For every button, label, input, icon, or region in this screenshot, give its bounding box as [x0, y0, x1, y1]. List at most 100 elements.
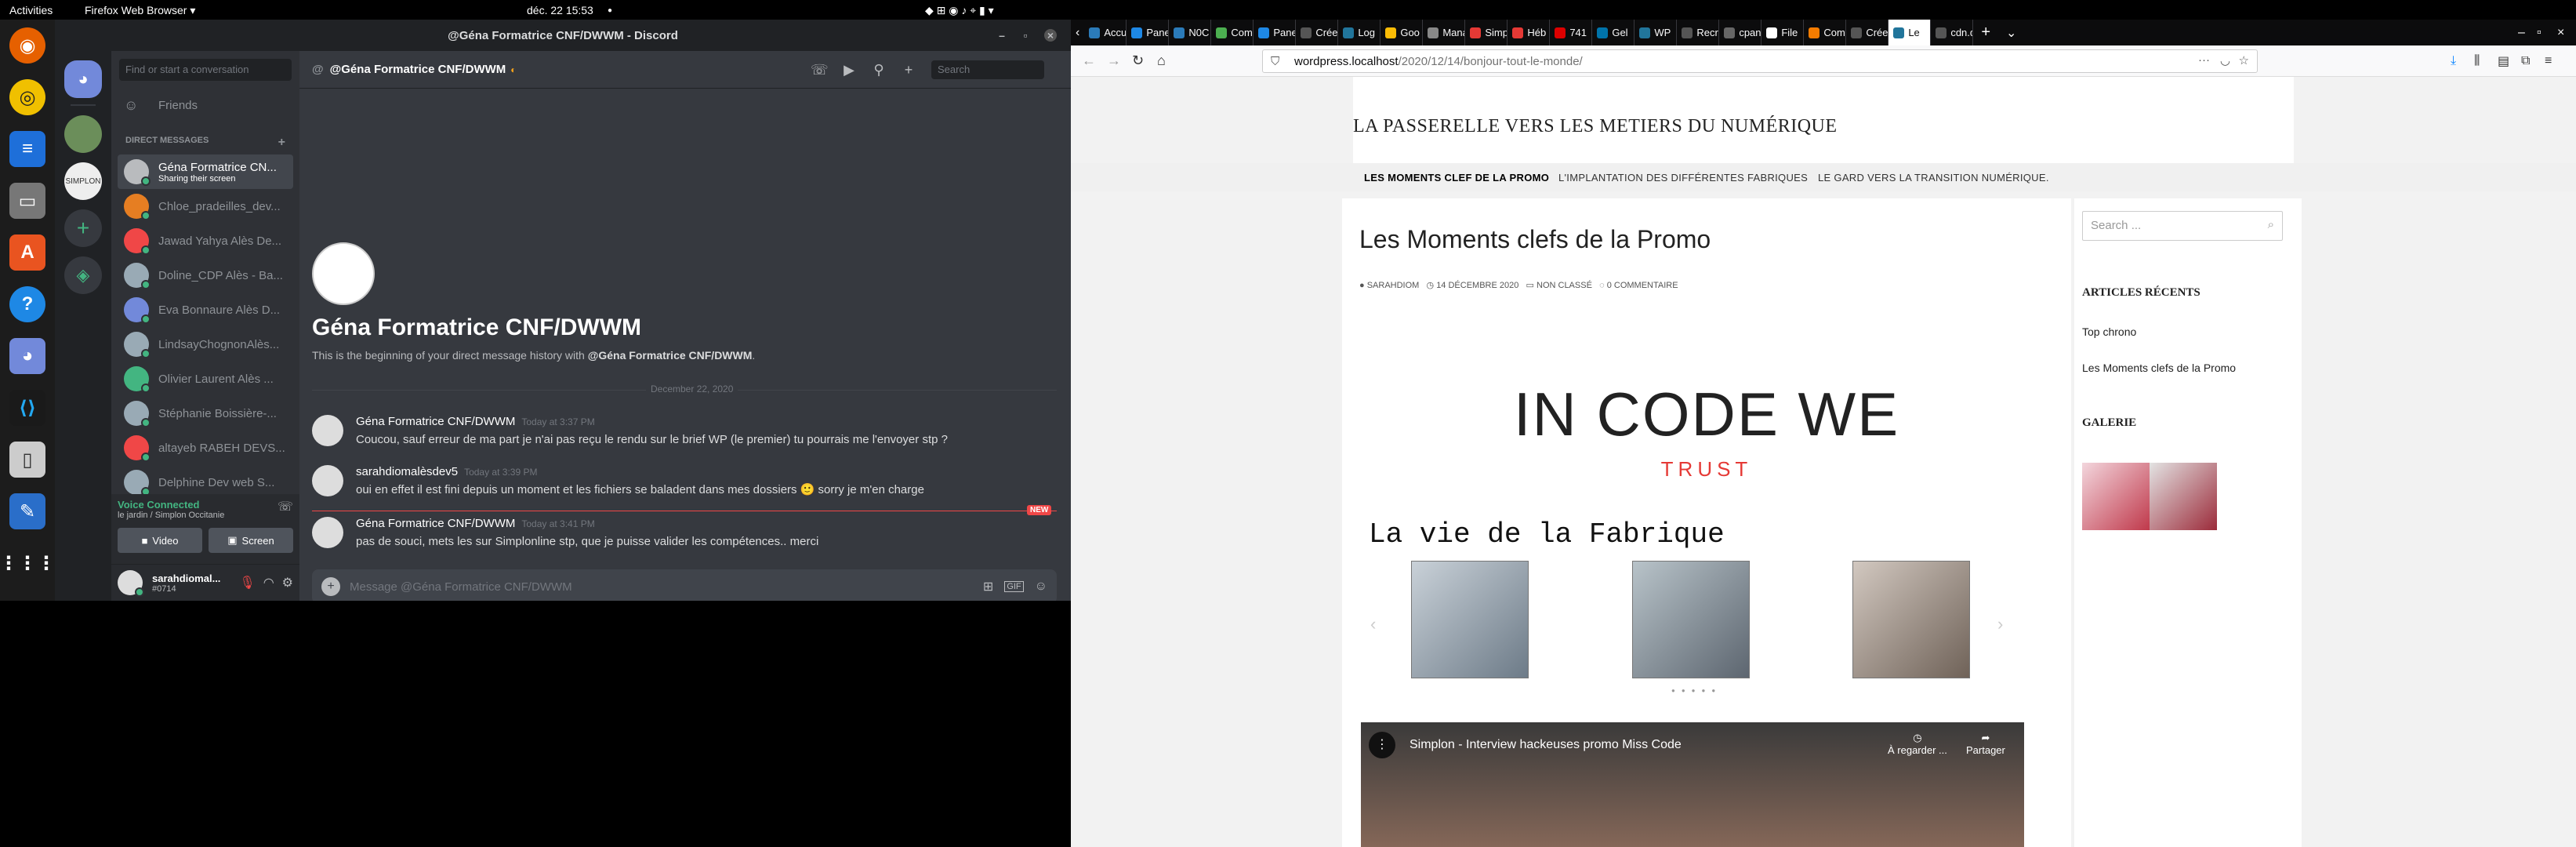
carousel-image[interactable]	[1852, 561, 1970, 678]
gallery-image[interactable]	[2150, 463, 2217, 530]
library-icon[interactable]: ⫼	[2474, 54, 2480, 68]
add-friend-icon[interactable]: +	[900, 62, 917, 78]
screenshot-icon[interactable]: ⧉	[2521, 54, 2530, 68]
activities-button[interactable]: Activities	[9, 4, 53, 16]
browser-tab[interactable]: Pane	[1254, 20, 1297, 45]
tab-list-icon[interactable]: ⌄	[1998, 25, 2024, 41]
message-composer[interactable]: + Message @Géna Formatrice CNF/DWWM ⊞ GI…	[312, 569, 1057, 601]
carousel-prev-icon[interactable]: ‹	[1370, 614, 1376, 634]
video-title[interactable]: Simplon - Interview hackeuses promo Miss…	[1410, 738, 1682, 752]
dm-item[interactable]: altayeb RABEH DEVS...	[118, 431, 293, 465]
dm-item[interactable]: Géna Formatrice CN... Sharing their scree…	[118, 154, 293, 189]
app-menu[interactable]: Firefox Web Browser ▾	[85, 4, 195, 17]
ff-close-icon[interactable]: ×	[2557, 26, 2564, 40]
text-editor-icon[interactable]: ✎	[9, 493, 45, 529]
disconnect-icon[interactable]: ☏	[278, 499, 293, 520]
message-item[interactable]: Géna Formatrice CNF/DWWM Today at 3:37 PM…	[312, 415, 1057, 448]
firefox-icon[interactable]: ◉	[9, 27, 45, 64]
ff-maximize-icon[interactable]: ▫	[2537, 26, 2542, 40]
meta-date[interactable]: 14 DÉCEMBRE 2020	[1436, 281, 1518, 290]
server-icon-1[interactable]	[64, 115, 102, 153]
url-input[interactable]: ⛉ wordpress.localhost/2020/12/14/bonjour…	[1262, 49, 2258, 73]
home-icon[interactable]: ◕	[64, 60, 102, 98]
discord-icon[interactable]: ◕	[9, 338, 45, 374]
carousel-image[interactable]	[1411, 561, 1529, 678]
browser-tab[interactable]: Héb	[1508, 20, 1551, 45]
meta-comments[interactable]: 0 COMMENTAIRE	[1607, 281, 1678, 290]
browser-tab[interactable]: Com	[1804, 20, 1847, 45]
friends-item[interactable]: ☺ Friends	[118, 89, 293, 122]
explore-icon[interactable]: ◈	[64, 256, 102, 294]
browser-tab[interactable]: cpanel.l	[1719, 20, 1762, 45]
dm-item[interactable]: LindsayChognonAlès...	[118, 327, 293, 362]
carousel-next-icon[interactable]: ›	[1997, 614, 2003, 634]
browser-tab[interactable]: 741	[1550, 20, 1593, 45]
browser-tab[interactable]: Com	[1211, 20, 1254, 45]
browser-tab[interactable]: Recruta	[1677, 20, 1720, 45]
dm-item[interactable]: Jawad Yahya Alès De...	[118, 224, 293, 258]
post-title[interactable]: Les Moments clefs de la Promo	[1359, 225, 1711, 254]
show-apps-icon[interactable]: ⋮⋮⋮	[0, 545, 56, 581]
ff-minimize-icon[interactable]: –	[2518, 26, 2525, 40]
video-button[interactable]: ■ Video	[118, 528, 202, 553]
close-icon[interactable]: ×	[1044, 29, 1057, 42]
pocket-icon[interactable]: ◡	[2220, 53, 2230, 67]
watch-later-button[interactable]: ◷ À regarder ...	[1888, 732, 1947, 756]
rhythmbox-icon[interactable]: ◎	[9, 79, 45, 115]
meta-category[interactable]: NON CLASSÉ	[1537, 281, 1592, 290]
maximize-icon[interactable]: ▫	[1019, 29, 1032, 42]
search-icon[interactable]: ⌕	[2268, 218, 2274, 231]
new-tab-icon[interactable]: +	[1973, 24, 1998, 42]
browser-tab[interactable]: Log	[1338, 20, 1381, 45]
browser-tab[interactable]: Crée	[1846, 20, 1889, 45]
menu-icon[interactable]: ≡	[2545, 54, 2552, 68]
system-tray-icons[interactable]: ◆ ⊞ ◉ ♪ ⌖ ▮ ▾	[925, 4, 994, 17]
dm-item[interactable]: Doline_CDP Alès - Ba...	[118, 258, 293, 293]
message-avatar[interactable]	[312, 415, 343, 446]
browser-tab[interactable]: cdn.disc	[1931, 20, 1974, 45]
forward-icon[interactable]: →	[1107, 53, 1121, 69]
browser-tab[interactable]: Le	[1888, 20, 1932, 45]
message-input[interactable]: Message @Géna Formatrice CNF/DWWM	[350, 580, 972, 594]
emoji-icon[interactable]: ☺	[1035, 580, 1047, 594]
home-icon[interactable]: ⌂	[1157, 53, 1166, 69]
software-icon[interactable]: A	[9, 234, 45, 271]
video-call-icon[interactable]: ▶	[840, 62, 858, 78]
browser-tab[interactable]: Goo	[1381, 20, 1424, 45]
reload-icon[interactable]: ↻	[1132, 53, 1144, 69]
add-server-icon[interactable]: +	[64, 209, 102, 247]
page-actions-icon[interactable]: ···	[2198, 53, 2210, 67]
browser-tab[interactable]: Manage	[1423, 20, 1466, 45]
dm-item[interactable]: Olivier Laurent Alès ...	[118, 362, 293, 396]
create-dm-icon[interactable]: +	[278, 136, 285, 150]
dm-item[interactable]: Eva Bonnaure Alès D...	[118, 293, 293, 327]
browser-tab[interactable]: Pane	[1127, 20, 1170, 45]
settings-gear-icon[interactable]: ⚙	[282, 575, 293, 591]
browser-tab[interactable]: Simp	[1465, 20, 1508, 45]
message-item[interactable]: Géna Formatrice CNF/DWWM Today at 3:41 PM…	[312, 517, 1057, 550]
share-button[interactable]: ➦ Partager	[1966, 732, 2005, 756]
site-title[interactable]: LA PASSERELLE VERS LES METIERS DU NUMÉRI…	[1353, 116, 1838, 137]
downloads-icon[interactable]: ⤓	[2451, 54, 2456, 68]
browser-tab[interactable]: WP	[1634, 20, 1678, 45]
carousel-image[interactable]	[1632, 561, 1750, 678]
browser-tab[interactable]: N0C	[1169, 20, 1212, 45]
attach-plus-icon[interactable]: +	[321, 577, 340, 596]
usb-drive-icon[interactable]: ▯	[9, 442, 45, 478]
gif-icon[interactable]: GIF	[1004, 581, 1024, 592]
bookmark-star-icon[interactable]: ☆	[2239, 53, 2249, 67]
message-avatar[interactable]	[312, 517, 343, 548]
browser-tab[interactable]: File	[1761, 20, 1805, 45]
message-author[interactable]: Géna Formatrice CNF/DWWM	[356, 415, 515, 428]
message-author[interactable]: Géna Formatrice CNF/DWWM	[356, 517, 515, 530]
meta-author[interactable]: SARAHDIOM	[1367, 281, 1420, 290]
help-icon[interactable]: ?	[9, 286, 45, 322]
message-avatar[interactable]	[312, 465, 343, 496]
video-embed[interactable]: ⋮ Simplon - Interview hackeuses promo Mi…	[1361, 722, 2024, 847]
recent-post-link[interactable]: Top chrono	[2082, 325, 2136, 338]
dm-item[interactable]: Chloe_pradeilles_dev...	[118, 189, 293, 224]
voice-channel[interactable]: le jardin / Simplon Occitanie	[118, 511, 224, 520]
minimize-icon[interactable]: –	[996, 29, 1008, 42]
nav-item-gard[interactable]: LE GARD VERS LA TRANSITION NUMÉRIQUE.	[1818, 172, 2049, 184]
browser-tab[interactable]: Créer un	[1296, 20, 1339, 45]
